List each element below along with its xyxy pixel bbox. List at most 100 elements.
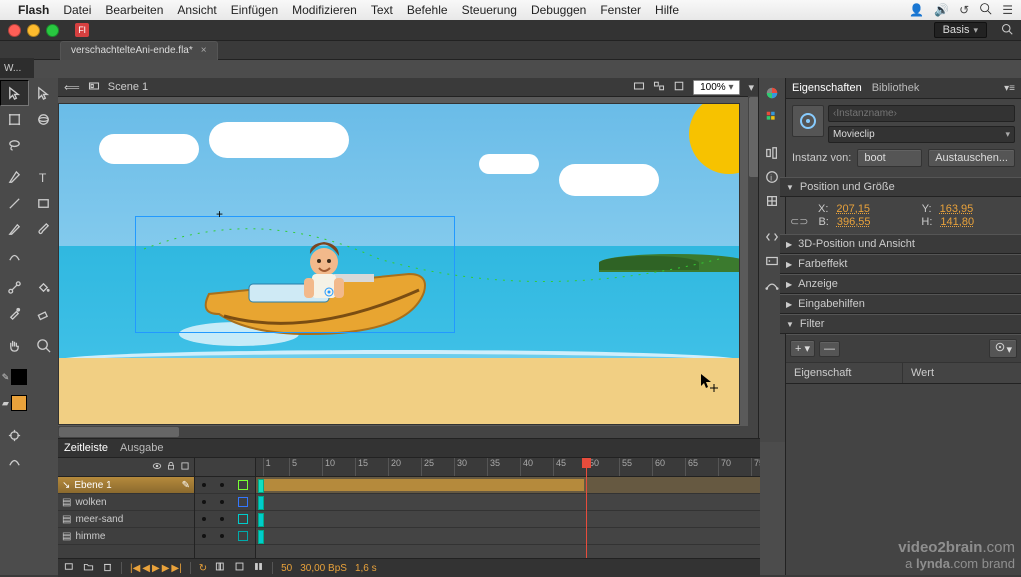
play-button[interactable]: ▶ xyxy=(152,563,160,574)
hand-tool[interactable] xyxy=(0,332,29,358)
window-zoom-button[interactable] xyxy=(46,24,59,37)
align-panel-icon[interactable] xyxy=(761,142,783,164)
3d-rotation-tool[interactable] xyxy=(29,106,58,132)
layer-row[interactable]: ▤ himme xyxy=(58,528,194,545)
menu-datei[interactable]: Datei xyxy=(63,3,91,17)
swap-button[interactable]: Austauschen... xyxy=(928,149,1015,167)
prop-height-value[interactable]: 141,80 xyxy=(940,216,1017,228)
section-position[interactable]: ▼Position und Größe xyxy=(780,177,1021,197)
first-frame-button[interactable]: |◀ xyxy=(130,563,140,574)
text-tool[interactable]: T xyxy=(29,164,58,190)
instance-name-input[interactable] xyxy=(828,105,1015,122)
panel-options-icon[interactable]: ▾≡ xyxy=(1004,83,1015,94)
app-menu[interactable]: Flash xyxy=(18,3,49,17)
frame-ruler[interactable]: 15101520253035404550556065707580 xyxy=(256,458,760,477)
snap-option[interactable] xyxy=(0,422,29,448)
tray-menu-icon[interactable]: ☰ xyxy=(1002,3,1013,17)
prop-x-value[interactable]: 207,15 xyxy=(836,203,913,215)
selection-bounding-box[interactable]: + xyxy=(135,216,455,333)
filter-options-button[interactable]: ▾ xyxy=(989,339,1017,358)
outline-column-icon[interactable] xyxy=(180,461,190,474)
color-panel-icon[interactable] xyxy=(761,82,783,104)
tray-search-icon[interactable] xyxy=(979,2,992,18)
fill-color-swatch[interactable]: ▰ xyxy=(0,390,29,416)
window-minimize-button[interactable] xyxy=(27,24,40,37)
menu-befehle[interactable]: Befehle xyxy=(407,3,448,17)
paint-bucket-tool[interactable] xyxy=(29,274,58,300)
fps-value[interactable]: 30,00 BpS xyxy=(300,563,347,574)
scene-name[interactable]: Scene 1 xyxy=(108,81,148,93)
new-layer-button[interactable] xyxy=(64,561,75,575)
symbol-type-dropdown[interactable]: Movieclip▾ xyxy=(828,126,1015,143)
lock-column-icon[interactable] xyxy=(166,461,176,474)
brush-tool[interactable] xyxy=(29,216,58,242)
section-anzeige[interactable]: ▶Anzeige xyxy=(780,274,1021,294)
pen-tool[interactable] xyxy=(0,164,29,190)
menu-debuggen[interactable]: Debuggen xyxy=(531,3,586,17)
tab-zeitleiste[interactable]: Zeitleiste xyxy=(64,442,108,454)
onion-skin-outlines-button[interactable] xyxy=(234,561,245,575)
pencil-tool[interactable] xyxy=(0,216,29,242)
menu-modifizieren[interactable]: Modifizieren xyxy=(292,3,357,17)
selection-tool[interactable] xyxy=(0,80,29,106)
tray-volume-icon[interactable]: 🔊 xyxy=(934,3,949,17)
deco-tool[interactable] xyxy=(0,242,29,268)
scene-nav-icon[interactable] xyxy=(88,80,100,95)
close-icon[interactable]: × xyxy=(201,45,207,56)
bone-tool[interactable] xyxy=(0,274,29,300)
frame-row[interactable] xyxy=(256,494,760,511)
edit-symbols-icon[interactable] xyxy=(653,80,665,95)
section-farbeffekt[interactable]: ▶Farbeffekt xyxy=(780,254,1021,274)
eraser-tool[interactable] xyxy=(29,300,58,326)
workspace-switcher[interactable]: Basis▾ xyxy=(934,22,987,38)
free-transform-tool[interactable] xyxy=(0,106,29,132)
stroke-color-swatch[interactable]: ✎ xyxy=(0,364,29,390)
prev-frame-button[interactable]: ◀ xyxy=(142,563,150,574)
smooth-option[interactable] xyxy=(0,448,29,474)
eyedropper-tool[interactable] xyxy=(0,300,29,326)
frame-row[interactable] xyxy=(256,528,760,545)
stage-canvas[interactable]: + xyxy=(58,103,740,425)
workspace-tab[interactable]: W... xyxy=(0,58,34,78)
prop-y-value[interactable]: 163,95 xyxy=(940,203,1017,215)
stage-scrollbar-horizontal[interactable] xyxy=(58,426,760,438)
tab-bibliothek[interactable]: Bibliothek xyxy=(872,82,920,94)
current-frame-value[interactable]: 50 xyxy=(281,563,292,574)
section-filter[interactable]: ▼Filter xyxy=(780,314,1021,334)
document-tab[interactable]: verschachtelteAni-ende.fla* × xyxy=(60,41,218,60)
menu-einfuegen[interactable]: Einfügen xyxy=(231,3,278,17)
tray-sync-icon[interactable]: ↺ xyxy=(959,3,969,17)
layer-row[interactable]: ▤ wolken xyxy=(58,494,194,511)
tray-user-icon[interactable]: 👤 xyxy=(909,3,924,17)
subselection-tool[interactable] xyxy=(29,80,58,106)
menu-fenster[interactable]: Fenster xyxy=(600,3,641,17)
back-arrow-icon[interactable]: ⟸ xyxy=(64,81,80,94)
lock-aspect-icon[interactable]: ⊂⊃ xyxy=(790,215,808,228)
layer-row[interactable]: ↘ Ebene 1 ✎ xyxy=(58,477,194,494)
last-frame-button[interactable]: ▶| xyxy=(171,563,181,574)
playhead[interactable] xyxy=(586,458,587,558)
tab-ausgabe[interactable]: Ausgabe xyxy=(120,442,163,454)
menu-ansicht[interactable]: Ansicht xyxy=(177,3,216,17)
frame-row[interactable] xyxy=(256,477,760,494)
prop-width-value[interactable]: 396,55 xyxy=(837,216,914,228)
zoom-tool[interactable] xyxy=(29,332,58,358)
add-filter-button[interactable]: + ▾ xyxy=(790,340,815,357)
edit-multiple-frames-button[interactable] xyxy=(253,561,264,575)
tab-eigenschaften[interactable]: Eigenschaften xyxy=(792,82,862,94)
frame-row[interactable] xyxy=(256,511,760,528)
swatches-panel-icon[interactable] xyxy=(761,106,783,128)
visibility-column-icon[interactable] xyxy=(152,461,162,474)
zoom-dropdown[interactable]: 100% ▾ xyxy=(693,80,740,95)
panel-search-icon[interactable] xyxy=(1001,23,1013,38)
loop-button[interactable]: ↻ xyxy=(199,563,207,574)
lasso-tool[interactable] xyxy=(0,132,29,158)
rectangle-tool[interactable] xyxy=(29,190,58,216)
section-eingabehilfen[interactable]: ▶Eingabehilfen xyxy=(780,294,1021,314)
line-tool[interactable] xyxy=(0,190,29,216)
onion-skin-button[interactable] xyxy=(215,561,226,575)
menu-text[interactable]: Text xyxy=(371,3,393,17)
menu-steuerung[interactable]: Steuerung xyxy=(462,3,517,17)
stage-settings-icon[interactable] xyxy=(673,80,685,95)
edit-scene-icon[interactable] xyxy=(633,80,645,95)
